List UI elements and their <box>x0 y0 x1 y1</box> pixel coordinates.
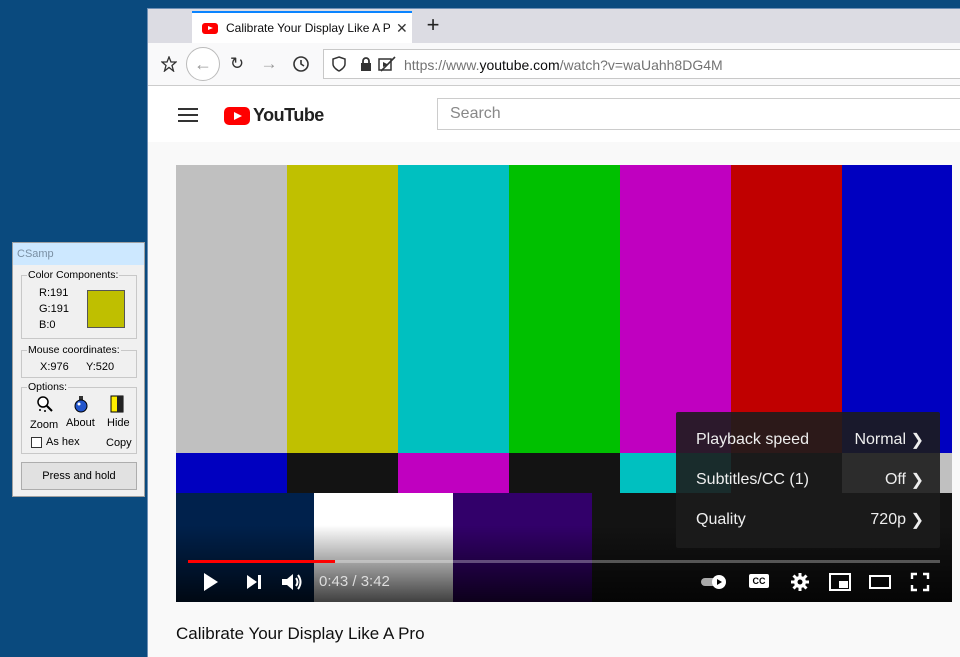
mouse-coordinates-label: Mouse coordinates: <box>27 344 121 356</box>
miniplayer-button[interactable] <box>828 570 852 594</box>
zoom-icon[interactable] <box>36 395 53 412</box>
search-placeholder: Search <box>450 105 501 122</box>
play-button[interactable] <box>200 570 222 594</box>
settings-item-label: Subtitles/CC (1) <box>696 471 809 488</box>
settings-item-value: 720p <box>870 511 906 528</box>
green-value: G:191 <box>39 303 69 315</box>
next-button[interactable] <box>242 570 266 594</box>
tab-strip: Calibrate Your Display Like A Pro ✕ + <box>148 9 960 43</box>
settings-item-subtitles[interactable]: Subtitles/CC (1) Off ❯ <box>676 460 940 500</box>
chevron-right-icon: ❯ <box>910 512 924 529</box>
settings-item-quality[interactable]: Quality 720p ❯ <box>676 500 940 540</box>
volume-button[interactable] <box>280 570 306 594</box>
about-icon[interactable] <box>73 395 89 413</box>
bars-mid-segment <box>176 453 287 493</box>
bars-top-segment <box>509 165 620 453</box>
bookmark-star-icon[interactable] <box>156 51 182 77</box>
press-and-hold-button[interactable]: Press and hold <box>21 462 137 490</box>
url-prefix: https://www. <box>404 57 480 73</box>
youtube-header: YouTube Search <box>148 86 960 142</box>
settings-item-playback-speed[interactable]: Playback speed Normal ❯ <box>676 420 940 460</box>
video-title: Calibrate Your Display Like A Pro <box>176 624 425 643</box>
bars-top-segment <box>842 165 952 453</box>
youtube-logo-text: YouTube <box>253 105 324 125</box>
history-icon[interactable] <box>288 51 314 77</box>
cc-label: CC <box>749 574 769 588</box>
about-label: About <box>66 417 95 429</box>
blue-value: B:0 <box>39 319 56 331</box>
bars-mid-segment <box>509 453 620 493</box>
url-text: https://www.youtube.com/watch?v=waUahh8D… <box>404 57 723 73</box>
menu-icon[interactable] <box>178 108 198 122</box>
theater-mode-button[interactable] <box>868 570 892 594</box>
options-label: Options: <box>27 381 69 393</box>
settings-gear-icon[interactable] <box>788 570 812 594</box>
url-host: youtube.com <box>479 57 560 73</box>
bars-top-segment <box>731 165 842 453</box>
copy-button[interactable]: Copy <box>106 437 132 449</box>
browser-window: Calibrate Your Display Like A Pro ✕ + ← … <box>147 8 960 657</box>
chevron-right-icon: ❯ <box>910 472 924 489</box>
close-tab-icon[interactable]: ✕ <box>396 20 408 37</box>
color-swatch <box>87 290 125 328</box>
as-hex-label: As hex <box>46 436 80 448</box>
settings-item-value: Off <box>884 471 906 488</box>
tab-title: Calibrate Your Display Like A Pro <box>226 21 390 35</box>
csamp-window: CSamp Color Components: R:191 G:191 B:0 … <box>12 242 145 497</box>
fullscreen-button[interactable] <box>908 570 932 594</box>
video-player[interactable]: 0:43 / 3:42 CC Playback speed Normal ❯ S… <box>176 165 952 602</box>
subtitles-button[interactable]: CC <box>749 570 771 594</box>
as-hex-checkbox[interactable] <box>31 437 42 448</box>
url-path: /watch?v=waUahh8DG4M <box>559 57 723 73</box>
new-tab-button[interactable]: + <box>420 13 446 39</box>
lock-icon[interactable] <box>360 57 372 76</box>
hide-icon[interactable] <box>110 395 126 413</box>
youtube-favicon-icon <box>202 22 218 34</box>
youtube-logo[interactable]: YouTube <box>224 105 324 126</box>
zoom-label: Zoom <box>30 419 59 431</box>
autoplay-blocked-icon[interactable] <box>378 56 396 77</box>
shield-icon[interactable] <box>332 56 346 77</box>
bars-top-segment <box>176 165 287 453</box>
csamp-title-bar[interactable]: CSamp <box>13 243 144 265</box>
chevron-right-icon: ❯ <box>910 432 924 449</box>
search-input[interactable]: Search <box>437 98 960 130</box>
settings-item-label: Quality <box>696 511 746 528</box>
back-button[interactable]: ← <box>186 47 220 81</box>
youtube-play-logo-icon <box>224 106 250 125</box>
settings-menu: Playback speed Normal ❯ Subtitles/CC (1)… <box>676 412 940 548</box>
tab-youtube[interactable]: Calibrate Your Display Like A Pro ✕ <box>192 11 412 43</box>
bars-mid-segment <box>398 453 509 493</box>
time-display: 0:43 / 3:42 <box>319 573 390 590</box>
csamp-title: CSamp <box>17 248 54 260</box>
settings-item-value: Normal <box>854 431 906 448</box>
mouse-x: X:976 <box>40 361 69 373</box>
autoplay-toggle[interactable] <box>700 570 730 594</box>
bars-mid-segment <box>287 453 398 493</box>
red-value: R:191 <box>39 287 69 299</box>
forward-button[interactable]: → <box>256 51 282 77</box>
bars-top-segment <box>620 165 731 453</box>
url-bar[interactable]: https://www.youtube.com/watch?v=waUahh8D… <box>323 49 960 79</box>
navigation-bar: ← ↻ → https://www.youtube.com/watch?v=wa… <box>148 43 960 86</box>
progress-bar-played <box>188 560 335 563</box>
reload-button[interactable]: ↻ <box>224 51 250 77</box>
bars-top-segment <box>287 165 398 453</box>
youtube-page: YouTube Search 0:43 / 3:42 CC Playback s… <box>148 86 960 657</box>
mouse-coordinates-group: Mouse coordinates: <box>21 344 137 378</box>
settings-item-label: Playback speed <box>696 431 809 448</box>
mouse-y: Y:520 <box>86 361 115 373</box>
hide-label: Hide <box>107 417 130 429</box>
bars-top-segment <box>398 165 509 453</box>
color-components-label: Color Components: <box>27 269 120 281</box>
